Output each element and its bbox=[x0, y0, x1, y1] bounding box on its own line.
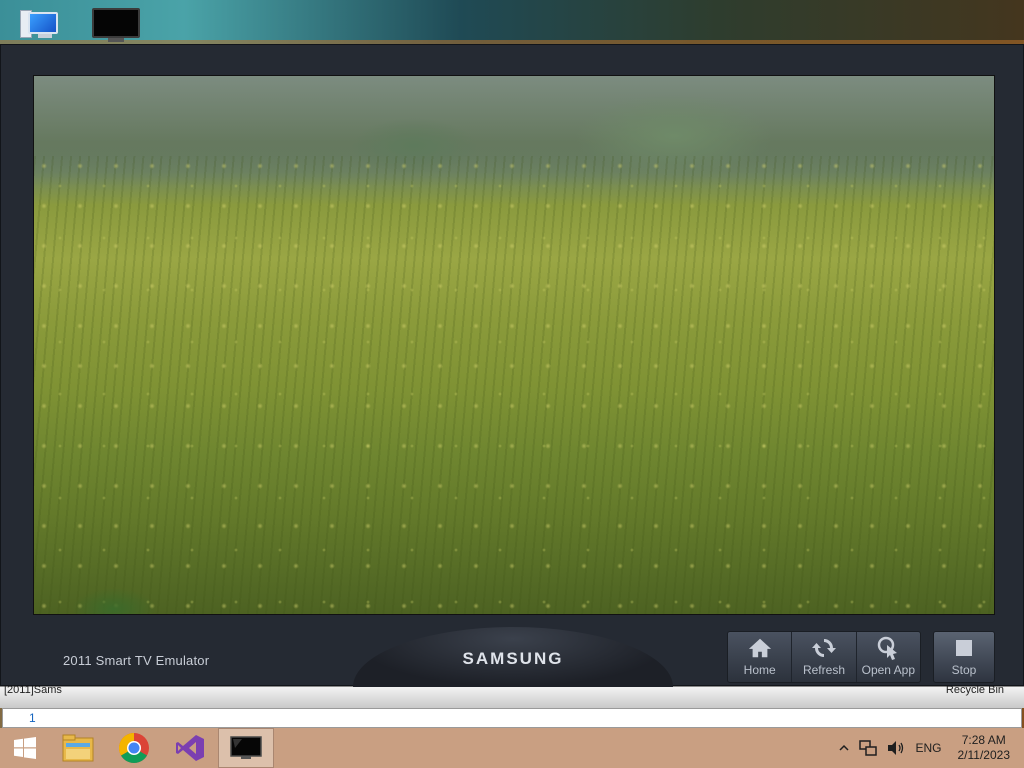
desktop-label-strip: [2011]Sams Recycle Bin bbox=[0, 684, 1024, 708]
flower-field bbox=[34, 156, 994, 614]
start-button[interactable] bbox=[0, 728, 50, 768]
stop-label: Stop bbox=[951, 663, 977, 677]
brand-logo: SAMSUNG bbox=[462, 649, 564, 668]
taskbar: ENG 7:28 AM 2/11/2023 bbox=[0, 728, 1024, 768]
chrome-button[interactable] bbox=[106, 728, 162, 768]
visual-studio-button[interactable] bbox=[162, 728, 218, 768]
open-app-button[interactable]: Open App bbox=[857, 632, 920, 682]
tv-stand: SAMSUNG bbox=[353, 627, 673, 687]
this-pc-desktop-icon[interactable] bbox=[12, 8, 68, 44]
network-icon bbox=[859, 740, 878, 756]
foreground-bushes bbox=[34, 554, 204, 614]
windows-start-icon bbox=[14, 737, 36, 759]
stop-control: Stop bbox=[933, 631, 995, 683]
chrome-icon bbox=[118, 733, 149, 764]
network-tray-icon[interactable] bbox=[859, 740, 878, 756]
home-button[interactable]: Home bbox=[728, 632, 793, 682]
emulator-title: 2011 Smart TV Emulator bbox=[63, 653, 210, 668]
stop-button[interactable]: Stop bbox=[934, 632, 994, 682]
clock[interactable]: 7:28 AM 2/11/2023 bbox=[958, 733, 1011, 763]
clock-time: 7:28 AM bbox=[961, 733, 1006, 747]
volume-tray-icon[interactable] bbox=[887, 740, 905, 756]
open-app-label: Open App bbox=[861, 663, 916, 677]
refresh-button[interactable]: Refresh bbox=[792, 632, 857, 682]
refresh-icon bbox=[811, 637, 836, 659]
refresh-label: Refresh bbox=[802, 663, 845, 677]
console-input[interactable]: 1 bbox=[2, 708, 1022, 728]
show-hidden-icons[interactable] bbox=[839, 744, 850, 752]
home-label: Home bbox=[743, 663, 776, 677]
tv-emulator-desktop-icon[interactable] bbox=[88, 8, 144, 44]
tv-screen bbox=[33, 75, 995, 615]
folder-icon bbox=[62, 734, 94, 762]
home-icon bbox=[748, 637, 772, 659]
open-app-icon bbox=[876, 636, 900, 660]
language-indicator[interactable]: ENG bbox=[915, 741, 941, 755]
stop-icon bbox=[952, 637, 976, 659]
clock-date: 2/11/2023 bbox=[957, 748, 1011, 762]
tv-monitor-icon bbox=[230, 736, 262, 759]
emulator-controls: Home Refresh Open App bbox=[727, 631, 921, 683]
tv-monitor-icon bbox=[92, 8, 140, 42]
file-explorer-button[interactable] bbox=[50, 728, 106, 768]
computer-icon bbox=[18, 8, 62, 40]
smart-tv-emulator-window: 2011 Smart TV Emulator SAMSUNG Home Refr… bbox=[0, 44, 1024, 687]
chevron-up-icon bbox=[839, 744, 850, 751]
speaker-icon bbox=[888, 741, 904, 755]
system-tray: ENG 7:28 AM 2/11/2023 bbox=[829, 728, 1024, 768]
visual-studio-icon bbox=[176, 735, 204, 761]
tv-emulator-taskbar-button[interactable] bbox=[218, 728, 274, 768]
